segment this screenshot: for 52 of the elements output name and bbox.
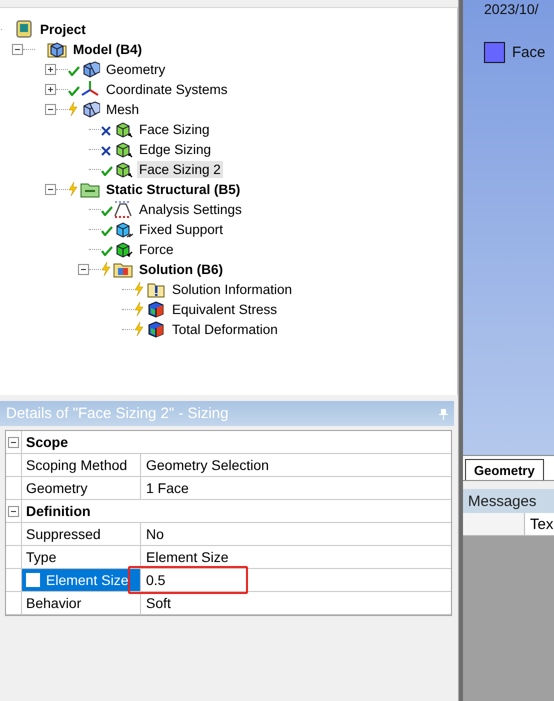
tree-item[interactable]: Solution Information [170,280,294,298]
property-value[interactable]: No [141,523,451,545]
checkbox[interactable] [26,573,40,587]
property-label: Suppressed [26,526,101,542]
tree-item[interactable]: Project [38,20,88,38]
property-value[interactable]: Soft [141,592,451,614]
tree-item[interactable]: Coordinate Systems [104,80,230,98]
folder-cube-icon [47,40,67,58]
tree-item[interactable]: Edge Sizing [137,140,214,158]
tree-item[interactable]: Face Sizing [137,120,212,138]
expand-button[interactable] [45,84,56,94]
contour-cube-icon [146,300,166,318]
property-label: Behavior [26,595,82,611]
property-value[interactable]: Element Size [141,546,451,568]
collapse-button[interactable] [45,184,56,194]
panel-title: Messages [468,492,536,510]
tree-item[interactable]: Geometry [104,60,168,78]
property-label: Element Size [46,572,128,588]
tree-item[interactable]: Static Structural (B5) [104,180,242,198]
tree-item[interactable]: Fixed Support [137,220,226,238]
property-value[interactable]: Geometry Selection [141,454,451,476]
collapse-button[interactable] [12,44,23,54]
tree-item[interactable]: Mesh [104,100,142,118]
panel-title: Details of "Face Sizing 2" - Sizing [6,405,228,422]
tree-item[interactable]: Force [137,240,176,258]
tree-item[interactable]: Analysis Settings [137,200,244,218]
collapse-button[interactable] [8,436,19,448]
tree-item[interactable]: Face Sizing 2 [137,160,223,178]
axes-icon [80,80,100,98]
property-value[interactable]: 0.5 [141,569,451,591]
load-curve-icon [113,200,133,218]
contour-cube-icon [146,320,166,338]
book-icon [14,20,34,38]
legend-label: Face [512,44,546,61]
collapse-button[interactable] [78,264,89,274]
tree-item[interactable]: Solution (B6) [137,260,225,278]
tree-item[interactable]: Equivalent Stress [170,300,280,318]
section-header: Definition [25,502,92,521]
property-name[interactable]: Element Size [22,569,141,591]
expand-button[interactable] [45,64,56,74]
property-value[interactable]: 1 Face [141,477,451,499]
property-label: Scoping Method [26,457,128,473]
collapse-button[interactable] [8,506,19,516]
date-label: 2023/10/ [484,1,540,17]
property-label: Geometry [26,480,88,496]
property-label: Type [26,549,56,565]
section-header: Scope [25,433,70,452]
graphics-viewport[interactable]: 2023/10/ Face [463,0,554,455]
tree-item[interactable]: Total Deformation [170,320,280,338]
tree-item[interactable]: Model (B4) [71,40,144,58]
view-tab[interactable]: Geometry [465,459,544,480]
collapse-button[interactable] [45,104,56,114]
